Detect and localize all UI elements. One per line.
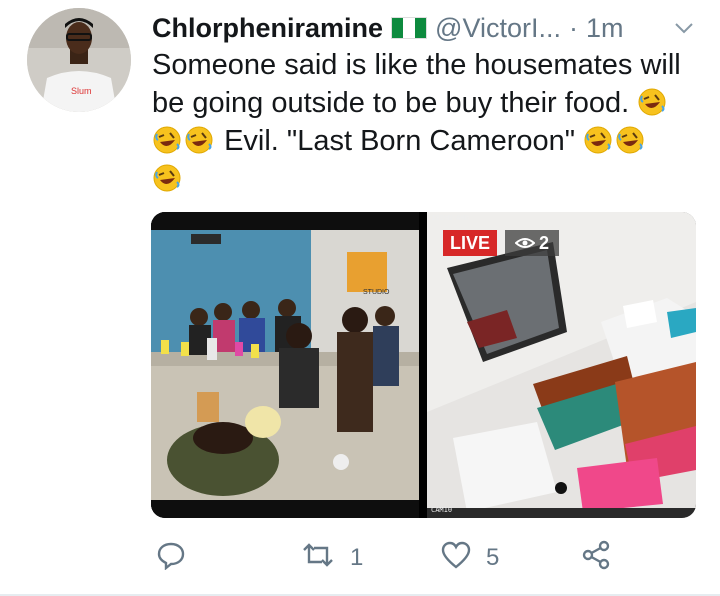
text-line-3: Evil. "Last Born Cameroon" xyxy=(224,125,576,157)
media-grid: STUDIO 1080N-AHD LIVE 2 CAM10 xyxy=(151,212,696,518)
share-icon xyxy=(580,539,612,578)
rolling-on-floor-laughing-icon xyxy=(637,87,667,117)
like-button[interactable]: 5 xyxy=(440,536,499,580)
avatar[interactable]: Slum xyxy=(27,8,131,112)
rolling-on-floor-laughing-icon xyxy=(184,125,214,155)
tweet-text: Someone said is like the housemates will… xyxy=(152,46,712,198)
display-name[interactable]: Chlorpheniramine xyxy=(152,13,383,44)
share-button[interactable] xyxy=(580,536,612,580)
camera-tag-bottom: CAM10 xyxy=(431,506,453,514)
tweet[interactable]: Slum Chlorpheniramine @VictorI... · 1m S… xyxy=(0,0,720,596)
text-line-1: Someone said is like the housemates will xyxy=(152,49,681,81)
chevron-down-icon[interactable] xyxy=(671,15,697,41)
timestamp[interactable]: 1m xyxy=(586,13,624,44)
like-count: 5 xyxy=(486,544,500,571)
tweet-text-line xyxy=(152,160,712,198)
camera-tag-top: 1080N-AHD xyxy=(431,214,469,222)
avatar-photo: Slum xyxy=(27,8,131,112)
user-handle[interactable]: @VictorI... xyxy=(435,13,561,44)
retweet-count: 1 xyxy=(350,544,364,571)
nigeria-flag-icon xyxy=(391,17,428,39)
tweet-text-line: be going outside to be buy their food. xyxy=(152,84,712,122)
live-camera-photo xyxy=(427,212,696,518)
reply-icon xyxy=(156,540,186,577)
housemates-photo: STUDIO xyxy=(151,212,419,518)
viewer-count: 2 xyxy=(538,232,549,253)
rolling-on-floor-laughing-icon xyxy=(615,125,645,155)
live-badge: LIVE xyxy=(443,230,497,256)
viewer-count-badge: 2 xyxy=(505,230,559,256)
retweet-icon xyxy=(300,540,336,577)
eye-icon xyxy=(514,233,536,254)
reply-button[interactable] xyxy=(156,536,200,580)
retweet-button[interactable]: 1 xyxy=(300,536,363,580)
rolling-on-floor-laughing-icon xyxy=(152,163,182,193)
svg-text:Slum: Slum xyxy=(71,86,92,96)
tweet-text-line: Evil. "Last Born Cameroon" xyxy=(152,122,712,160)
heart-icon xyxy=(440,540,472,577)
rolling-on-floor-laughing-icon xyxy=(583,125,613,155)
text-line-2: be going outside to be buy their food. xyxy=(152,87,630,119)
svg-text:STUDIO: STUDIO xyxy=(363,289,390,296)
rolling-on-floor-laughing-icon xyxy=(152,125,182,155)
separator-dot: · xyxy=(568,12,578,43)
tweet-actions: 1 5 xyxy=(152,536,622,580)
media-image-left[interactable]: STUDIO xyxy=(151,212,419,518)
tweet-text-line: Someone said is like the housemates will xyxy=(152,46,712,84)
tweet-header: Chlorpheniramine @VictorI... · 1m xyxy=(152,10,697,46)
media-image-right[interactable]: 1080N-AHD LIVE 2 CAM10 xyxy=(427,212,696,518)
